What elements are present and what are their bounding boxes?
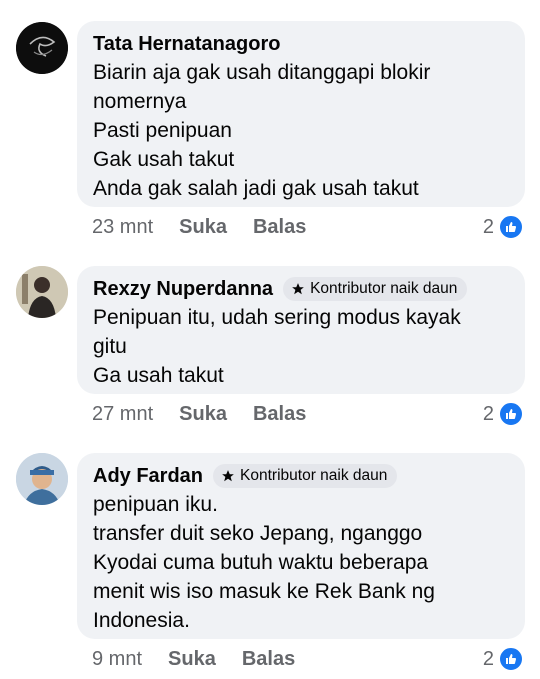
reply-button[interactable]: Balas: [242, 648, 295, 671]
reaction-summary[interactable]: 2: [483, 646, 524, 672]
author-name[interactable]: Tata Hernatanagoro: [93, 33, 280, 56]
like-icon: [498, 646, 524, 672]
comment-line: Penipuan itu, udah sering modus kayak: [93, 306, 461, 329]
author-name[interactable]: Rexzy Nuperdanna: [93, 278, 273, 301]
comment-bubble: Tata Hernatanagoro Biarin aja gak usah d…: [77, 21, 525, 207]
avatar-tata[interactable]: [16, 22, 68, 74]
reaction-count: 2: [482, 647, 494, 670]
star-icon: [292, 283, 304, 295]
timestamp[interactable]: 9 mnt: [92, 648, 142, 671]
author-name[interactable]: Ady Fardan: [93, 465, 203, 488]
like-icon: [498, 214, 524, 240]
reply-button[interactable]: Balas: [253, 216, 306, 239]
timestamp[interactable]: 23 mnt: [92, 216, 153, 239]
comment-bubble: Rexzy Nuperdanna Kontributor naik daun P…: [77, 266, 525, 394]
comment-line: Biarin aja gak usah ditanggapi blokir: [93, 61, 431, 84]
comment-line: Gak usah takut: [93, 148, 235, 171]
reaction-summary[interactable]: 2: [483, 214, 524, 240]
comment-line: Indonesia.: [93, 609, 190, 632]
comment-line: Pasti penipuan: [93, 119, 232, 142]
reaction-count: 2: [482, 215, 494, 238]
comment-line: transfer duit seko Jepang, nganggo: [93, 522, 423, 545]
comment-line: gitu: [93, 335, 127, 358]
comment-actions: 23 mnt Suka Balas: [92, 216, 332, 239]
reply-button[interactable]: Balas: [253, 403, 306, 426]
comment-text: Biarin aja gak usah ditanggapi blokir no…: [93, 58, 509, 203]
reaction-summary[interactable]: 2: [483, 401, 524, 427]
like-button[interactable]: Suka: [168, 648, 216, 671]
comment-line: nomernya: [93, 90, 187, 113]
like-button[interactable]: Suka: [179, 216, 227, 239]
avatar-rexzy[interactable]: [16, 266, 68, 318]
comment-actions: 27 mnt Suka Balas: [92, 403, 332, 426]
reaction-count: 2: [482, 402, 494, 425]
comment-actions: 9 mnt Suka Balas: [92, 648, 321, 671]
comment-line: Kyodai cuma butuh waktu beberapa: [93, 551, 429, 574]
badge-label: Kontributor naik daun: [310, 280, 458, 297]
comment-text: penipuan iku. transfer duit seko Jepang,…: [93, 490, 509, 635]
comment-line: Ga usah takut: [93, 364, 224, 387]
contributor-badge: Kontributor naik daun: [283, 277, 468, 301]
comment-bubble: Ady Fardan Kontributor naik daun penipua…: [77, 453, 525, 639]
like-button[interactable]: Suka: [179, 403, 227, 426]
avatar-ady[interactable]: [16, 453, 68, 505]
contributor-badge: Kontributor naik daun: [213, 464, 398, 488]
comment-line: penipuan iku.: [93, 493, 218, 516]
like-icon: [498, 401, 524, 427]
comment-line: Anda gak salah jadi gak usah takut: [93, 177, 419, 200]
badge-label: Kontributor naik daun: [240, 467, 388, 484]
comment-text: Penipuan itu, udah sering modus kayak gi…: [93, 303, 509, 390]
timestamp[interactable]: 27 mnt: [92, 403, 153, 426]
comment-line: menit wis iso masuk ke Rek Bank ng: [93, 580, 435, 603]
star-icon: [222, 470, 234, 482]
